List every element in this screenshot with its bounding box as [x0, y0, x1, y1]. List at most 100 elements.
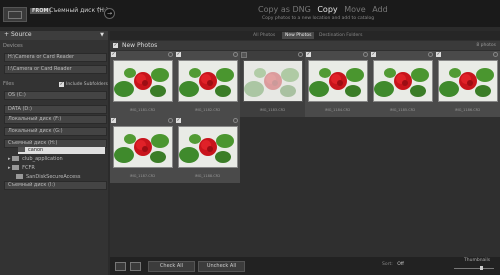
mode-copy[interactable]: Copy: [317, 5, 337, 14]
grid-view-icon[interactable]: [115, 262, 126, 271]
photo-badge-icon: [233, 52, 238, 57]
photo-cell[interactable]: ✓ IMG_1185.CR2: [370, 51, 435, 117]
drive-item-d[interactable]: DATA (D:): [4, 105, 107, 114]
photo-filename: IMG_1184.CR2: [324, 108, 351, 112]
from-label: FROM: [30, 8, 51, 14]
photo-filename: IMG_1183.CR2: [259, 108, 286, 112]
import-mode-selector: Copy as DNG Copy Move Add: [258, 5, 392, 14]
photo-checkbox[interactable]: ✓: [176, 118, 181, 123]
photo-badge-icon: [363, 52, 368, 57]
photo-thumbnail: [113, 126, 173, 168]
photo-checkbox[interactable]: ✓: [111, 118, 116, 123]
photo-cell[interactable]: ✓ IMG_1182.CR2: [175, 51, 240, 117]
mode-description: Copy photos to a new location and add to…: [262, 16, 375, 21]
photo-count: 8 photos: [476, 43, 496, 48]
tab-destination-folders[interactable]: Destination Folders: [316, 32, 366, 39]
mode-copy-as-dng[interactable]: Copy as DNG: [258, 5, 311, 14]
include-subfolders-label: Include Subfolders: [66, 82, 108, 87]
plus-icon[interactable]: +: [4, 31, 9, 38]
folder-item-fcfr[interactable]: ▸ FCFR: [8, 165, 35, 171]
loupe-view-icon[interactable]: [130, 262, 141, 271]
drive-label: Съемный диск (I:): [8, 182, 56, 188]
device-item-h[interactable]: H:\Camera or Card Reader: [4, 53, 107, 62]
photo-thumbnail: [438, 60, 498, 102]
sort-value: Off: [397, 262, 404, 267]
section-checkbox[interactable]: ✓: [113, 43, 118, 48]
grid-section-header: ✓ New Photos 8 photos: [110, 41, 500, 50]
photo-thumbnail: [178, 60, 238, 102]
photo-cell[interactable]: ✓ IMG_1181.CR2: [110, 51, 175, 117]
drive-item-c[interactable]: OS (C:): [4, 91, 107, 100]
rose-image: [439, 61, 497, 101]
photo-checkbox[interactable]: ✓: [176, 52, 181, 57]
uncheck-all-button[interactable]: Uncheck All: [198, 261, 245, 272]
mode-add[interactable]: Add: [372, 5, 388, 14]
bottom-toolbar: Check All Uncheck All Sort: Off Thumbnai…: [110, 257, 500, 275]
folder-item-club[interactable]: ▸ club_application: [8, 156, 63, 162]
source-device-icon: [3, 7, 27, 22]
photo-badge-icon: [493, 52, 498, 57]
source-panel-header[interactable]: + Source ▼: [0, 31, 108, 40]
drive-label: Локальный диск (G:): [8, 128, 63, 134]
include-subfolders-checkbox[interactable]: ✓: [59, 82, 64, 87]
photo-thumbnail: [308, 60, 368, 102]
thumbnails-label: Thumbnails: [464, 258, 491, 263]
check-all-button[interactable]: Check All: [148, 261, 195, 272]
device-label: H:\Camera or Card Reader: [8, 54, 75, 60]
photo-badge-icon: [168, 52, 173, 57]
photo-badge-icon: [168, 118, 173, 123]
photo-thumbnail: [373, 60, 433, 102]
photo-badge-icon: [298, 52, 303, 57]
source-dropdown-icon[interactable]: ÷: [96, 6, 101, 13]
photo-checkbox[interactable]: ✓: [306, 52, 311, 57]
mode-move[interactable]: Move: [344, 5, 365, 14]
drive-item-f[interactable]: Локальный диск (F:): [4, 115, 107, 124]
device-label: I:\Camera or Card Reader: [8, 66, 72, 72]
photo-checkbox[interactable]: ✓: [111, 52, 116, 57]
photo-cell[interactable]: IMG_1183.CR2: [240, 51, 305, 117]
photo-cell[interactable]: ✓ IMG_1188.CR2: [175, 117, 240, 183]
photo-badge-icon: [233, 118, 238, 123]
rose-image: [309, 61, 367, 101]
photo-cell[interactable]: ✓ IMG_1184.CR2: [305, 51, 370, 117]
photo-cell[interactable]: ✓ IMG_1187.CR2: [110, 117, 175, 183]
drive-item-i[interactable]: Съемный диск (I:): [4, 181, 107, 190]
drive-label: Съемный диск (H:): [8, 140, 58, 146]
photo-thumbnail: [113, 60, 173, 102]
photo-filename: IMG_1187.CR2: [129, 174, 156, 178]
folder-item-sandisk[interactable]: SanDiskSecureAccess: [16, 174, 80, 180]
drive-label: DATA (D:): [8, 106, 32, 112]
devices-label: Devices: [3, 43, 23, 49]
thumbnail-size-slider[interactable]: [454, 268, 494, 269]
tab-new-photos[interactable]: New Photos: [282, 32, 315, 39]
photo-grid-area: All Photos New Photos Destination Folder…: [110, 31, 500, 257]
rose-image: [114, 61, 172, 101]
source-panel: + Source ▼ Devices H:\Camera or Card Rea…: [0, 31, 108, 275]
photo-filename: IMG_1188.CR2: [194, 174, 221, 178]
photo-thumbnail: [243, 60, 303, 102]
folder-icon: [12, 165, 20, 170]
folder-label: club_application: [22, 156, 63, 162]
slider-knob[interactable]: [480, 266, 483, 270]
photo-thumbnail: [178, 126, 238, 168]
photo-filename: IMG_1186.CR2: [454, 108, 481, 112]
sort-control[interactable]: Sort: Off: [382, 262, 404, 267]
drive-label: Локальный диск (F:): [8, 116, 62, 122]
folder-label: FCFR: [22, 165, 35, 171]
device-item-i[interactable]: I:\Camera or Card Reader: [4, 65, 107, 74]
collapse-triangle-icon[interactable]: ▼: [100, 32, 104, 38]
photo-checkbox[interactable]: ✓: [436, 52, 441, 57]
grid-tabs: All Photos New Photos Destination Folder…: [110, 31, 500, 40]
photo-filename: IMG_1181.CR2: [129, 108, 156, 112]
folder-item-canon[interactable]: canon: [18, 147, 105, 154]
tab-all-photos[interactable]: All Photos: [250, 32, 278, 39]
photo-filename: IMG_1185.CR2: [389, 108, 416, 112]
folder-icon: [18, 147, 25, 152]
photo-cell[interactable]: ✓ IMG_1186.CR2: [435, 51, 500, 117]
folder-label: SanDiskSecureAccess: [26, 174, 81, 180]
section-title: New Photos: [122, 42, 158, 49]
drive-item-g[interactable]: Локальный диск (G:): [4, 127, 107, 136]
arrow-right-icon[interactable]: →: [104, 8, 115, 19]
photo-checkbox[interactable]: ✓: [371, 52, 376, 57]
photo-checkbox[interactable]: [241, 52, 247, 58]
